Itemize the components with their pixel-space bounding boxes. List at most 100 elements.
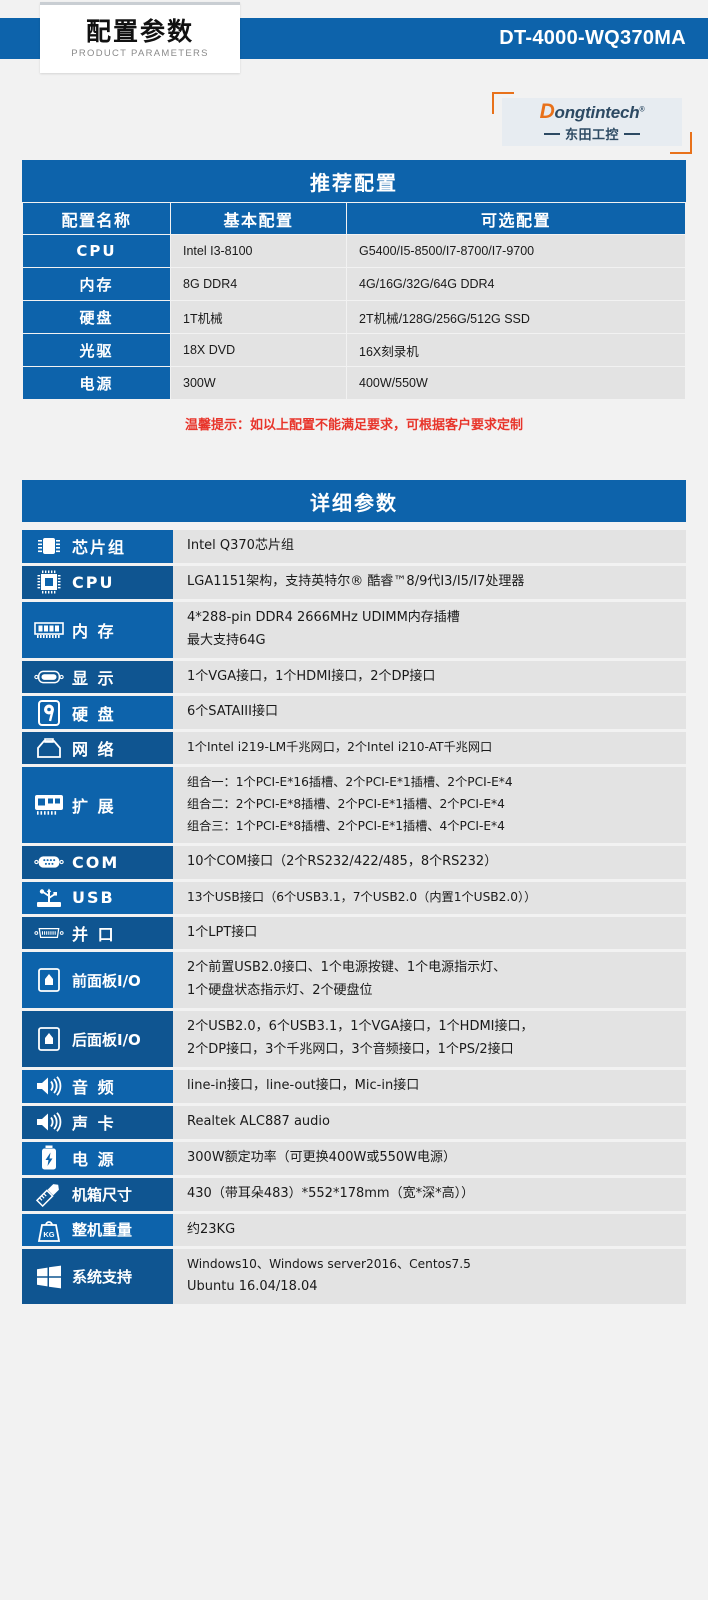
detail-row: USB 13个USB接口（6个USB3.1，7个USB2.0（内置1个USB2.0… (22, 881, 686, 914)
logo-brand-cn: 东田工控 (543, 124, 640, 143)
detail-value-line: 1个LPT接口 (187, 924, 258, 940)
detail-value-line: 1个硬盘状态指示灯、2个硬盘位 (187, 983, 373, 999)
detail-value-line: 4*288-pin DDR4 2666MHz UDIMM内存插槽 (187, 609, 460, 625)
customization-notice: 温馨提示：如以上配置不能满足要求，可根据客户要求定制 (184, 418, 523, 433)
dimension-icon (34, 1181, 64, 1208)
detail-row-label: 后面板I/O (22, 1011, 173, 1067)
page-subtitle: PRODUCT PARAMETERS (71, 48, 209, 60)
detail-row-value: 6个SATAIII接口 (173, 696, 686, 730)
recommended-section-title: 推荐配置 (22, 160, 686, 202)
logo-brand-latin: Dongtintech® (540, 101, 645, 122)
detail-row-label: 系统支持 (22, 1249, 173, 1305)
logo-plate: Dongtintech® 东田工控 (502, 98, 682, 146)
product-model: DT-4000-WQ370MA (499, 27, 686, 49)
detail-row: 芯片组 Intel Q370芯片组 (22, 530, 686, 563)
detail-row-name: USB (72, 888, 115, 908)
audio-icon (34, 1073, 64, 1099)
recommended-config-table: 配置名称 基本配置 可选配置 CPU Intel I3-8100 G5400/I… (22, 202, 686, 400)
harddisk-icon (34, 699, 64, 726)
power-icon (34, 1145, 64, 1171)
row-label: 内存 (22, 267, 171, 301)
detail-row-label: 前面板I/O (22, 952, 173, 1009)
detail-row-name: COM (72, 852, 120, 872)
detail-value-line: 2个前置USB2.0接口、1个电源按键、1个电源指示灯、 (187, 960, 507, 976)
detail-row-label: 机箱尺寸 (22, 1177, 173, 1211)
column-header-optional: 可选配置 (346, 202, 686, 235)
detail-row-value: 1个Intel i219-LM千兆网口，2个Intel i210-AT千兆网口 (173, 732, 686, 765)
expansion-icon (34, 792, 64, 818)
detail-spacer (0, 522, 708, 530)
parallel-port-icon (34, 920, 64, 946)
detail-row-name: 显 示 (72, 669, 116, 688)
detail-row-name: 声 卡 (72, 1114, 116, 1134)
detail-row-name: 机箱尺寸 (72, 1185, 133, 1204)
detail-value-line: 组合三：1个PCI-E*8插槽、2个PCI-E*1插槽、4个PCI-E*4 (187, 818, 505, 833)
detail-row-name: 并 口 (72, 924, 116, 944)
registered-mark-icon: ® (639, 106, 645, 114)
detail-row-value: 2个USB2.0，6个USB3.1，1个VGA接口，1个HDMI接口， 2个DP接… (173, 1011, 686, 1067)
row-basic: 1T机械 (170, 300, 347, 334)
table-row: CPU Intel I3-8100 G5400/I5-8500/I7-8700/… (22, 234, 686, 268)
logo-brand-cn-text: 东田工控 (564, 128, 619, 143)
detail-row: CPU LGA1151架构，支持英特尔® 酷睿™8/9代I3/I5/I7处理器 (22, 565, 686, 599)
memory-icon (34, 617, 64, 643)
detail-value-line: Realtek ALC887 audio (187, 1113, 330, 1129)
detail-row: 并 口 1个LPT接口 (22, 916, 686, 950)
detail-row-name: 整机重量 (72, 1221, 133, 1240)
logo-brand-rest: ongtintech (554, 103, 640, 122)
detail-row-label: CPU (22, 565, 173, 599)
detail-row: 机箱尺寸 430（带耳朵483）*552*178mm（宽*深*高）） (22, 1177, 686, 1211)
front-panel-icon (34, 967, 64, 993)
display-icon (34, 664, 64, 690)
rear-panel-icon (34, 1026, 64, 1052)
detail-row-label: 电 源 (22, 1141, 173, 1175)
detail-row: 音 频 line-in接口，line-out接口，Mic-in接口 (22, 1069, 686, 1103)
logo-dash-right-icon (624, 132, 640, 135)
detail-section-title: 详细参数 (22, 480, 686, 522)
detail-row: 显 示 1个VGA接口，1个HDMI接口，2个DP接口 (22, 660, 686, 694)
detail-row-label: 显 示 (22, 660, 173, 694)
detail-row-label: 扩 展 (22, 767, 173, 843)
recommended-table-wrap: 配置名称 基本配置 可选配置 CPU Intel I3-8100 G5400/I… (22, 202, 686, 433)
column-header-name: 配置名称 (22, 202, 171, 235)
detail-row-value: 2个前置USB2.0接口、1个电源按键、1个电源指示灯、 1个硬盘状态指示灯、2个… (173, 952, 686, 1009)
detail-row: 声 卡 Realtek ALC887 audio (22, 1105, 686, 1139)
detail-row-value: Windows10、Windows server2016、Centos7.5 Ub… (173, 1249, 686, 1305)
detail-row-value: 10个COM接口（2个RS232/422/485，8个RS232） (173, 845, 686, 879)
detail-row-value: 1个VGA接口，1个HDMI接口，2个DP接口 (173, 660, 686, 694)
row-basic: 18X DVD (170, 333, 347, 367)
detail-row-name: 音 频 (72, 1078, 116, 1098)
detail-row-name: 网 络 (72, 740, 116, 760)
row-basic: Intel I3-8100 (170, 234, 347, 268)
detail-row-value: 约23KG (173, 1213, 686, 1247)
row-label: 光驱 (22, 333, 171, 367)
detail-row-label: COM (22, 845, 173, 879)
row-optional: 400W/550W (346, 366, 686, 400)
detail-value-line: LGA1151架构，支持英特尔® 酷睿™8/9代I3/I5/I7处理器 (187, 573, 525, 589)
row-optional: 4G/16G/32G/64G DDR4 (346, 267, 686, 301)
detail-row-name: 内 存 (72, 621, 116, 641)
detail-row-value: 13个USB接口（6个USB3.1，7个USB2.0（内置1个USB2.0）） (173, 881, 686, 914)
detail-row: 电 源 300W额定功率（可更换400W或550W电源） (22, 1141, 686, 1175)
brand-logo: Dongtintech® 东田工控 (492, 92, 692, 154)
detail-value-line: 最大支持64G (187, 632, 266, 648)
detail-row: 前面板I/O 2个前置USB2.0接口、1个电源按键、1个电源指示灯、 1个硬盘状态… (22, 952, 686, 1009)
network-icon (34, 735, 64, 761)
row-label: CPU (22, 234, 171, 268)
table-row: 电源 300W 400W/550W (22, 366, 686, 400)
detail-row-name: 硬 盘 (72, 704, 116, 724)
detail-value-line: 2个USB2.0，6个USB3.1，1个VGA接口，1个HDMI接口， (187, 1019, 534, 1035)
com-port-icon (34, 849, 64, 875)
detail-row-value: 组合一：1个PCI-E*16插槽、2个PCI-E*1插槽、2个PCI-E*4 组合… (173, 767, 686, 843)
detail-value-line: 2个DP接口，3个千兆网口，3个音频接口，1个PS/2接口 (187, 1042, 514, 1058)
detail-value-line: 430（带耳朵483）*552*178mm（宽*深*高）） (187, 1185, 475, 1201)
detail-value-line: 1个VGA接口，1个HDMI接口，2个DP接口 (187, 668, 436, 684)
detail-row: 后面板I/O 2个USB2.0，6个USB3.1，1个VGA接口，1个HDMI接口… (22, 1011, 686, 1067)
detail-value-line: 1个Intel i219-LM千兆网口，2个Intel i210-AT千兆网口 (187, 740, 493, 755)
detail-row-value: Intel Q370芯片组 (173, 530, 686, 563)
detail-row: KG 整机重量 约23KG (22, 1213, 686, 1247)
svg-text:KG: KG (43, 1230, 54, 1239)
detail-row-value: 430（带耳朵483）*552*178mm（宽*深*高）） (173, 1177, 686, 1211)
detail-row: COM 10个COM接口（2个RS232/422/485，8个RS232） (22, 845, 686, 879)
detail-row-label: USB (22, 881, 173, 914)
